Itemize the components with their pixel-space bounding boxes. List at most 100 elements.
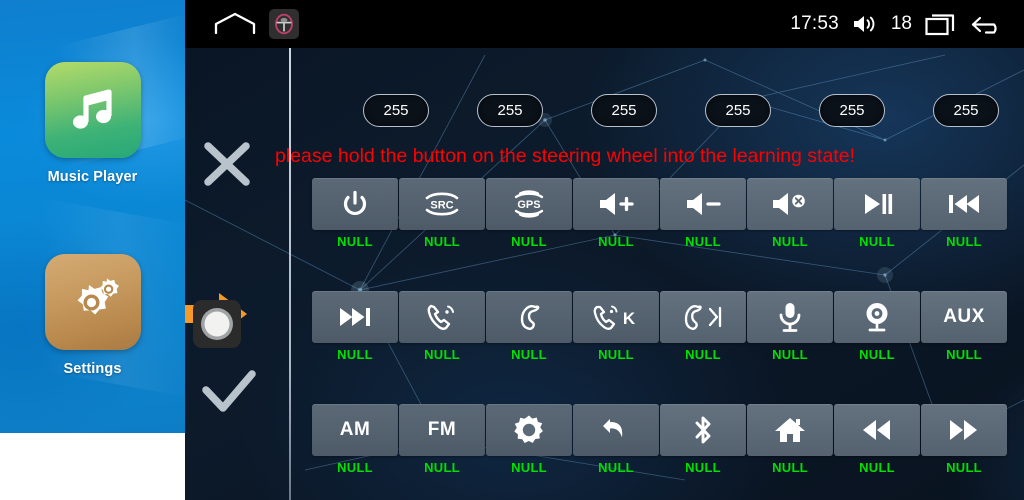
previous-track-button[interactable] xyxy=(921,178,1007,230)
bluetooth-button[interactable] xyxy=(660,404,746,456)
assigned-value: NULL xyxy=(685,460,721,475)
recent-apps-icon[interactable] xyxy=(925,12,957,36)
assigned-value: NULL xyxy=(337,347,373,362)
assigned-value: NULL xyxy=(337,460,373,475)
assigned-value: NULL xyxy=(685,347,721,362)
grid-cell-volume-up: NULL xyxy=(573,178,659,249)
brightness-button[interactable] xyxy=(486,404,572,456)
volume-up-button[interactable] xyxy=(573,178,659,230)
grid-cell-volume-down: NULL xyxy=(660,178,746,249)
grid-cell-src: SRC NULL xyxy=(399,178,485,249)
grid-cell-previous: NULL xyxy=(921,178,1007,249)
rewind-button[interactable] xyxy=(834,404,920,456)
volume-down-button[interactable] xyxy=(660,178,746,230)
am-button[interactable]: AM xyxy=(312,404,398,456)
learning-state-warning: please hold the button on the steering w… xyxy=(275,145,855,167)
round-key-icon[interactable] xyxy=(193,300,241,348)
steering-wheel-glyph xyxy=(275,13,293,35)
adc-value-pill[interactable]: 255 xyxy=(363,94,429,127)
hang-up-next-button[interactable] xyxy=(660,291,746,343)
home-button[interactable] xyxy=(747,404,833,456)
back-arrow-icon[interactable] xyxy=(970,12,1004,36)
grid-row: NULL SRC NULL GPS NULL NULL NULL NULL NU… xyxy=(312,178,1007,249)
aux-label: AUX xyxy=(943,306,985,327)
grid-cell-power: NULL xyxy=(312,178,398,249)
answer-call-button[interactable] xyxy=(399,291,485,343)
camera-button[interactable] xyxy=(834,291,920,343)
next-track-button[interactable] xyxy=(312,291,398,343)
mute-button[interactable] xyxy=(747,178,833,230)
confirm-button[interactable] xyxy=(200,368,258,416)
gps-button[interactable]: GPS xyxy=(486,178,572,230)
gps-icon: GPS xyxy=(514,190,544,218)
volume-up-icon xyxy=(600,193,634,215)
fast-forward-icon xyxy=(950,420,977,440)
grid-cell-microphone: NULL xyxy=(747,291,833,362)
adc-value-pill[interactable]: 255 xyxy=(819,94,885,127)
adc-value-pill[interactable]: 255 xyxy=(933,94,999,127)
grid-cell-hang-up-next: NULL xyxy=(660,291,746,362)
grid-cell-gps: GPS NULL xyxy=(486,178,572,249)
app-item-music-player[interactable]: Music Player xyxy=(0,62,185,185)
grid-cell-fm: FM NULL xyxy=(399,404,485,475)
assigned-value: NULL xyxy=(511,460,547,475)
grid-cell-call-key: K NULL xyxy=(573,291,659,362)
grid-cell-brightness: NULL xyxy=(486,404,572,475)
hang-up-icon xyxy=(520,305,540,330)
function-button-grid: NULL SRC NULL GPS NULL NULL NULL NULL NU… xyxy=(312,178,1007,500)
adc-value-pill[interactable]: 255 xyxy=(591,94,657,127)
power-icon xyxy=(343,190,367,216)
adc-value-pill[interactable]: 255 xyxy=(477,94,543,127)
home-outline-icon[interactable] xyxy=(213,12,257,36)
assigned-value: NULL xyxy=(511,234,547,249)
grid-cell-aux: AUX NULL xyxy=(921,291,1007,362)
camera-icon xyxy=(866,303,888,332)
key-circle-glyph xyxy=(201,308,233,340)
next-track-icon xyxy=(340,308,370,326)
fm-button[interactable]: FM xyxy=(399,404,485,456)
app-launcher-sidebar: Music Player Settings xyxy=(0,0,185,500)
power-button[interactable] xyxy=(312,178,398,230)
gears-icon xyxy=(77,278,119,315)
grid-cell-rewind: NULL xyxy=(834,404,920,475)
status-bar-right-cluster: 17:53 18 xyxy=(790,0,1004,48)
assigned-value: NULL xyxy=(772,460,808,475)
assigned-value: NULL xyxy=(685,234,721,249)
call-key-icon: K xyxy=(593,305,636,330)
back-curve-icon xyxy=(603,419,623,438)
music-player-tile[interactable] xyxy=(44,62,141,158)
assigned-value: NULL xyxy=(946,460,982,475)
panel-divider xyxy=(289,48,291,500)
brightness-icon xyxy=(514,415,543,443)
assigned-value: NULL xyxy=(424,460,460,475)
grid-cell-bluetooth: NULL xyxy=(660,404,746,475)
app-item-settings[interactable]: Settings xyxy=(0,254,185,377)
microphone-button[interactable] xyxy=(747,291,833,343)
src-icon: SRC xyxy=(425,192,459,216)
fast-forward-button[interactable] xyxy=(921,404,1007,456)
music-note-icon xyxy=(72,89,112,129)
assigned-value: NULL xyxy=(511,347,547,362)
cancel-button[interactable] xyxy=(200,139,254,189)
speaker-volume-icon[interactable] xyxy=(852,13,878,35)
grid-row: AM NULL FM NULL NULL NULL NULL NULL NULL… xyxy=(312,404,1007,475)
grid-cell-hang-up: NULL xyxy=(486,291,572,362)
assigned-value: NULL xyxy=(337,234,373,249)
svg-text:SRC: SRC xyxy=(430,200,453,212)
src-button[interactable]: SRC xyxy=(399,178,485,230)
call-key-button[interactable]: K xyxy=(573,291,659,343)
fm-label: FM xyxy=(427,419,457,440)
volume-mute-icon xyxy=(773,193,805,215)
adc-value-pill[interactable]: 255 xyxy=(705,94,771,127)
grid-cell-home: NULL xyxy=(747,404,833,475)
svg-text:K: K xyxy=(623,309,636,328)
back-button[interactable] xyxy=(573,404,659,456)
hang-up-button[interactable] xyxy=(486,291,572,343)
grid-cell-back: NULL xyxy=(573,404,659,475)
status-clock: 17:53 xyxy=(790,13,839,34)
play-pause-button[interactable] xyxy=(834,178,920,230)
aux-button[interactable]: AUX xyxy=(921,291,1007,343)
settings-tile[interactable] xyxy=(44,254,141,350)
steering-wheel-icon[interactable] xyxy=(269,9,299,39)
grid-cell-fast-forward: NULL xyxy=(921,404,1007,475)
